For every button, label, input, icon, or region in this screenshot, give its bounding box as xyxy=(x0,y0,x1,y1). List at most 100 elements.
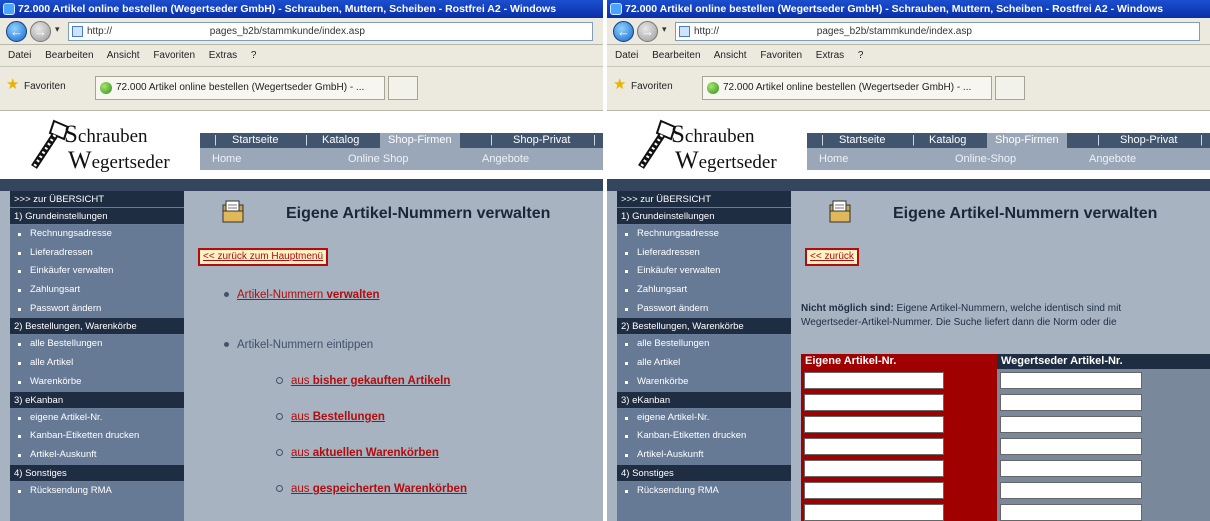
wegertseder-article-number-input[interactable] xyxy=(1000,438,1142,455)
sidebar-item-warenkörbe[interactable]: Warenkörbe xyxy=(617,373,791,392)
own-article-number-input[interactable] xyxy=(804,482,944,499)
favorites-button[interactable]: ★ Favoriten xyxy=(6,77,66,95)
back-to-main-menu-link[interactable]: << zurück zum Hauptmenü xyxy=(198,248,329,266)
history-dropdown-icon[interactable]: ▾ xyxy=(662,24,667,35)
sidebar-section-4-sonstiges[interactable]: 4) Sonstiges xyxy=(617,464,791,482)
sidebar-item-kanban-etiketten-drucken[interactable]: Kanban-Etiketten drucken xyxy=(10,427,184,446)
sidebar-item-eigene-artikel-nr[interactable]: eigene Artikel-Nr. xyxy=(617,409,791,428)
forward-button[interactable]: → xyxy=(637,21,658,42)
forward-button[interactable]: → xyxy=(30,21,51,42)
own-article-number-input[interactable] xyxy=(804,438,944,455)
wegertseder-article-number-input[interactable] xyxy=(1000,504,1142,521)
wegertseder-article-number-input[interactable] xyxy=(1000,482,1142,499)
list-item-from-saved-carts[interactable]: aus gespeicherten Warenkörben xyxy=(276,483,467,495)
nav-katalog[interactable]: Katalog xyxy=(322,133,359,148)
sidebar-section-1-grundeinstellungen[interactable]: 1) Grundeinstellungen xyxy=(617,208,791,225)
sidebar-section-2-bestellungen-warenkörbe[interactable]: 2) Bestellungen, Warenkörbe xyxy=(10,318,184,336)
nav-home[interactable]: Home xyxy=(212,148,241,170)
menu-favorites[interactable]: Favoriten xyxy=(760,50,802,61)
back-button[interactable]: ← xyxy=(6,21,27,42)
sidebar-item-rücksendung-rma[interactable]: Rücksendung RMA xyxy=(10,482,184,501)
nav-home[interactable]: Home xyxy=(819,148,848,170)
menu-tools[interactable]: Extras xyxy=(209,50,237,61)
new-tab-button[interactable] xyxy=(995,76,1025,100)
sidebar-item-warenkörbe[interactable]: Warenkörbe xyxy=(10,373,184,392)
sidebar-item-lieferadressen[interactable]: Lieferadressen xyxy=(10,244,184,263)
sidebar-section-3-ekanban[interactable]: 3) eKanban xyxy=(10,391,184,409)
own-article-number-input[interactable] xyxy=(804,394,944,411)
own-article-number-input[interactable] xyxy=(804,372,944,389)
nav-shop-privat[interactable]: Shop-Privat xyxy=(1120,133,1177,148)
sidebar-section-4-sonstiges[interactable]: 4) Sonstiges xyxy=(10,464,184,482)
nav-shop-privat[interactable]: Shop-Privat xyxy=(513,133,570,148)
menu-view[interactable]: Ansicht xyxy=(714,50,747,61)
from-saved-carts-link[interactable]: aus gespeicherten Warenkörben xyxy=(291,483,467,495)
address-input[interactable]: http:// pages_b2b/stammkunde/index.asp xyxy=(68,22,593,41)
menu-file[interactable]: Datei xyxy=(615,50,638,61)
sidebar-item-alle-artikel[interactable]: alle Artikel xyxy=(10,354,184,373)
site-logo[interactable]: Schrauben Wegertseder xyxy=(607,111,807,179)
sidebar-item-rücksendung-rma[interactable]: Rücksendung RMA xyxy=(617,482,791,501)
sidebar-item-alle-bestellungen[interactable]: alle Bestellungen xyxy=(10,335,184,354)
sidebar-section-2-bestellungen-warenkörbe[interactable]: 2) Bestellungen, Warenkörbe xyxy=(617,318,791,336)
browser-tab-active[interactable]: 72.000 Artikel online bestellen (Wegerts… xyxy=(702,76,992,100)
address-input[interactable]: http:// pages_b2b/stammkunde/index.asp xyxy=(675,22,1200,41)
browser-tab-active[interactable]: 72.000 Artikel online bestellen (Wegerts… xyxy=(95,76,385,100)
sidebar-section-1-grundeinstellungen[interactable]: 1) Grundeinstellungen xyxy=(10,208,184,225)
sidebar-item-einkäufer-verwalten[interactable]: Einkäufer verwalten xyxy=(617,262,791,281)
menu-help[interactable]: ? xyxy=(858,50,864,61)
menu-edit[interactable]: Bearbeiten xyxy=(45,50,93,61)
list-item-from-purchased[interactable]: aus bisher gekauften Artikeln xyxy=(276,375,450,387)
back-button[interactable]: ← xyxy=(613,21,634,42)
menu-file[interactable]: Datei xyxy=(8,50,31,61)
nav-shop-firmen[interactable]: Shop-Firmen xyxy=(380,133,460,148)
sidebar-item-passwort-ändern[interactable]: Passwort ändern xyxy=(10,300,184,319)
sidebar-item-lieferadressen[interactable]: Lieferadressen xyxy=(617,244,791,263)
from-orders-link[interactable]: aus Bestellungen xyxy=(291,411,385,423)
manage-article-numbers-link[interactable]: Artikel-Nummern verwalten xyxy=(237,289,380,301)
site-logo[interactable]: Schrauben Wegertseder xyxy=(0,111,200,179)
nav-angebote[interactable]: Angebote xyxy=(482,148,529,170)
wegertseder-article-number-input[interactable] xyxy=(1000,372,1142,389)
own-article-number-input[interactable] xyxy=(804,416,944,433)
own-article-number-input[interactable] xyxy=(804,504,944,521)
nav-startseite[interactable]: Startseite xyxy=(839,133,885,148)
sidebar-item-einkäufer-verwalten[interactable]: Einkäufer verwalten xyxy=(10,262,184,281)
menu-help[interactable]: ? xyxy=(251,50,257,61)
back-link[interactable]: << zurück xyxy=(805,248,859,266)
sidebar-item-alle-artikel[interactable]: alle Artikel xyxy=(617,354,791,373)
menu-tools[interactable]: Extras xyxy=(816,50,844,61)
nav-shop-firmen[interactable]: Shop-Firmen xyxy=(987,133,1067,148)
menu-edit[interactable]: Bearbeiten xyxy=(652,50,700,61)
wegertseder-article-number-input[interactable] xyxy=(1000,394,1142,411)
new-tab-button[interactable] xyxy=(388,76,418,100)
nav-angebote[interactable]: Angebote xyxy=(1089,148,1136,170)
sidebar-item-rechnungsadresse[interactable]: Rechnungsadresse xyxy=(617,225,791,244)
nav-online-shop[interactable]: Online-Shop xyxy=(955,148,1016,170)
sidebar-item-rechnungsadresse[interactable]: Rechnungsadresse xyxy=(10,225,184,244)
nav-online-shop[interactable]: Online Shop xyxy=(348,148,409,170)
from-current-carts-link[interactable]: aus aktuellen Warenkörben xyxy=(291,447,439,459)
sidebar-section-3-ekanban[interactable]: 3) eKanban xyxy=(617,391,791,409)
sidebar-item-alle-bestellungen[interactable]: alle Bestellungen xyxy=(617,335,791,354)
sidebar-item-passwort-ändern[interactable]: Passwort ändern xyxy=(617,300,791,319)
sidebar-item-eigene-artikel-nr[interactable]: eigene Artikel-Nr. xyxy=(10,409,184,428)
menu-view[interactable]: Ansicht xyxy=(107,50,140,61)
sidebar-item-artikel-auskunft[interactable]: Artikel-Auskunft xyxy=(10,446,184,465)
sidebar-section-zur-übersicht[interactable]: >>> zur ÜBERSICHT xyxy=(10,191,184,208)
from-purchased-articles-link[interactable]: aus bisher gekauften Artikeln xyxy=(291,375,450,387)
list-item-manage[interactable]: Artikel-Nummern verwalten xyxy=(224,289,380,301)
sidebar-section-zur-übersicht[interactable]: >>> zur ÜBERSICHT xyxy=(617,191,791,208)
wegertseder-article-number-input[interactable] xyxy=(1000,460,1142,477)
nav-startseite[interactable]: Startseite xyxy=(232,133,278,148)
sidebar-item-zahlungsart[interactable]: Zahlungsart xyxy=(617,281,791,300)
menu-favorites[interactable]: Favoriten xyxy=(153,50,195,61)
history-dropdown-icon[interactable]: ▾ xyxy=(55,24,60,35)
sidebar-item-artikel-auskunft[interactable]: Artikel-Auskunft xyxy=(617,446,791,465)
sidebar-item-kanban-etiketten-drucken[interactable]: Kanban-Etiketten drucken xyxy=(617,427,791,446)
own-article-number-input[interactable] xyxy=(804,460,944,477)
favorites-button[interactable]: ★ Favoriten xyxy=(613,77,673,95)
list-item-from-orders[interactable]: aus Bestellungen xyxy=(276,411,385,423)
wegertseder-article-number-input[interactable] xyxy=(1000,416,1142,433)
list-item-from-current-carts[interactable]: aus aktuellen Warenkörben xyxy=(276,447,439,459)
